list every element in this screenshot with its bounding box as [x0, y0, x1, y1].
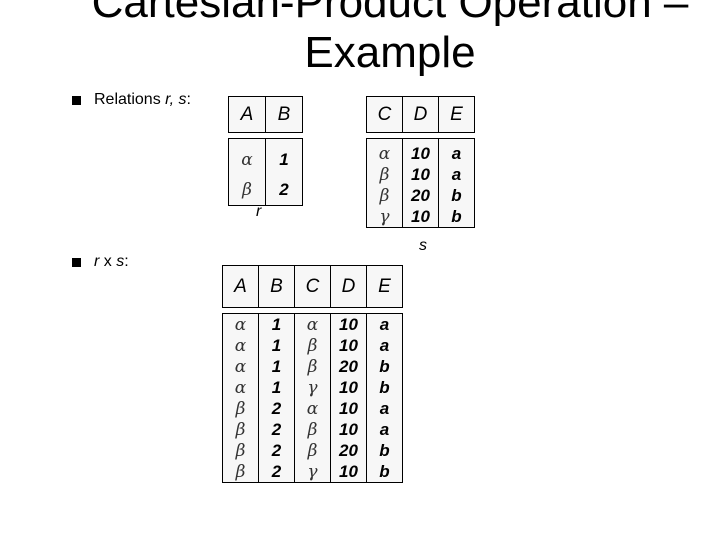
cell-e: b: [366, 440, 403, 461]
column-header-d: D: [330, 265, 367, 308]
bullet-text: r x s:: [94, 253, 129, 270]
cell-e: a: [366, 419, 403, 440]
cell-c: α: [294, 398, 331, 419]
table-row: β 2 γ 10 b: [222, 461, 403, 483]
title-line-1: Cartesian-Product Operation –: [91, 0, 689, 27]
cell-d: 10: [402, 164, 439, 185]
cell-c: β: [294, 356, 331, 377]
cell-d: 20: [330, 440, 367, 461]
cell-b: 2: [258, 419, 295, 440]
bullet-product: r x s:: [72, 252, 129, 272]
cell-c: β: [366, 164, 403, 185]
cell-b: 2: [265, 175, 303, 206]
column-header-e: E: [438, 96, 475, 133]
table-row: β 10 a: [366, 164, 475, 185]
column-header-e: E: [366, 265, 403, 308]
cell-b: 2: [258, 461, 295, 483]
column-header-c: C: [294, 265, 331, 308]
cell-c: α: [294, 313, 331, 335]
cell-a: β: [222, 419, 259, 440]
relation-rxs-body: α 1 α 10 a α 1 β 10 a α 1 β 20 b α 1 γ 10 b β 2 α 10 a β 2 β 10 a β 2 β 2…: [222, 313, 403, 483]
cell-d: 10: [330, 335, 367, 356]
cell-a: β: [222, 440, 259, 461]
column-header-a: A: [222, 265, 259, 308]
bullet-square-icon: [72, 95, 81, 105]
table-row: β 2 β 10 a: [222, 419, 403, 440]
cell-d: 10: [330, 419, 367, 440]
cell-c: γ: [294, 461, 331, 483]
table-row: α 1 α 10 a: [222, 313, 403, 335]
table-row: β 2 β 20 b: [222, 440, 403, 461]
cell-c: α: [366, 138, 403, 164]
table-row: β 20 b: [366, 185, 475, 206]
cell-b: 1: [258, 356, 295, 377]
cell-a: α: [222, 356, 259, 377]
cell-c: β: [294, 335, 331, 356]
cell-d: 20: [402, 185, 439, 206]
cell-b: 1: [258, 335, 295, 356]
bullet-square-icon: [72, 257, 81, 267]
column-header-d: D: [402, 96, 439, 133]
cell-e: b: [366, 377, 403, 398]
cell-c: β: [366, 185, 403, 206]
cell-b: 1: [265, 138, 303, 175]
cell-c: γ: [294, 377, 331, 398]
cell-b: 2: [258, 398, 295, 419]
cell-d: 10: [330, 313, 367, 335]
table-row: γ 10 b: [366, 206, 475, 228]
cell-e: a: [438, 164, 475, 185]
column-header-b: B: [258, 265, 295, 308]
cell-e: a: [366, 398, 403, 419]
cell-d: 20: [330, 356, 367, 377]
cell-d: 10: [330, 377, 367, 398]
table-row: β2: [228, 175, 303, 206]
relation-s-header: CDE: [366, 96, 475, 133]
cell-d: 10: [330, 398, 367, 419]
cell-d: 10: [330, 461, 367, 483]
column-header-b: B: [265, 96, 303, 133]
cell-b: 2: [258, 440, 295, 461]
table-row: α 1 β 20 b: [222, 356, 403, 377]
cell-a: α: [222, 335, 259, 356]
cell-e: b: [438, 185, 475, 206]
cell-d: 10: [402, 206, 439, 228]
bullet-relations: Relations r, s:: [72, 90, 191, 110]
cell-e: a: [438, 138, 475, 164]
relation-r-body: α1β2: [228, 138, 303, 206]
column-header-c: C: [366, 96, 403, 133]
relation-s-label: s: [419, 237, 427, 254]
cell-a: α: [222, 377, 259, 398]
cell-a: β: [228, 175, 266, 206]
column-header-a: A: [228, 96, 266, 133]
cell-e: a: [366, 313, 403, 335]
cell-b: 1: [258, 377, 295, 398]
table-row: β 2 α 10 a: [222, 398, 403, 419]
relation-s-body: α 10 a β 10 a β 20 b γ 10 b: [366, 138, 475, 228]
relation-r-header: AB: [228, 96, 303, 133]
slide-title: Cartesian-Product Operation – Example: [0, 0, 720, 78]
cell-e: a: [366, 335, 403, 356]
cell-d: 10: [402, 138, 439, 164]
cell-a: α: [228, 138, 266, 175]
cell-a: β: [222, 461, 259, 483]
cell-c: β: [294, 419, 331, 440]
title-line-2: Example: [304, 28, 476, 77]
cell-e: b: [438, 206, 475, 228]
table-row: α1: [228, 138, 303, 175]
cell-a: α: [222, 313, 259, 335]
table-row: α 1 β 10 a: [222, 335, 403, 356]
cell-c: β: [294, 440, 331, 461]
cell-e: b: [366, 356, 403, 377]
cell-b: 1: [258, 313, 295, 335]
bullet-text: Relations r, s:: [94, 91, 191, 108]
cell-e: b: [366, 461, 403, 483]
table-row: α 10 a: [366, 138, 475, 164]
relation-r-label: r: [256, 203, 262, 220]
table-row: α 1 γ 10 b: [222, 377, 403, 398]
cell-c: γ: [366, 206, 403, 228]
cell-a: β: [222, 398, 259, 419]
relation-rxs-header: ABCDE: [222, 265, 403, 308]
